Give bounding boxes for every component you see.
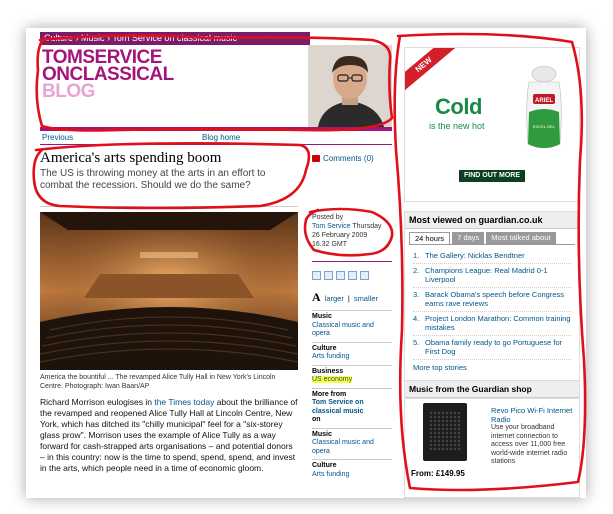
article-standfirst: The US is throwing money at the arts in … — [40, 168, 266, 191]
author-photo — [308, 45, 392, 127]
more-tag-link-classical[interactable]: Classical music and opera — [312, 439, 392, 456]
most-viewed-panel: Most viewed on guardian.co.uk 24 hours 7… — [404, 211, 580, 399]
list-item[interactable]: 3. Barack Obama's speech before Congress … — [413, 288, 571, 312]
shop-product-description: Use your broadband internet connection t… — [491, 424, 568, 465]
blog-masthead[interactable]: TOMSERVICE ONCLASSICAL BLOG — [40, 45, 392, 127]
meta-rule — [312, 261, 392, 262]
font-size-icon: A — [312, 290, 321, 304]
breadcrumb-item-music[interactable]: Music — [81, 33, 105, 43]
author-link[interactable]: Tom Service — [312, 223, 351, 230]
smaller-text-link[interactable]: smaller — [354, 294, 378, 303]
find-out-more-button[interactable]: FIND OUT MORE — [459, 170, 525, 182]
previous-link[interactable]: Previous — [42, 133, 73, 142]
ariel-advert[interactable]: NEW Cold is the new hot ARIEL EXCEL GEL … — [404, 47, 580, 202]
email-icon[interactable] — [312, 271, 321, 280]
masthead-rule — [40, 127, 392, 131]
list-item[interactable]: 2. Champions League: Real Madrid 0-1 Live… — [413, 264, 571, 288]
alice-tully-hall-photo[interactable] — [40, 212, 298, 370]
tag-link-classical[interactable]: Classical music and opera — [312, 322, 392, 339]
breadcrumb-item-blog[interactable]: Tom Service on classical music — [112, 33, 237, 43]
tag-culture: Culture Arts funding — [312, 341, 392, 365]
font-size-controls: A larger | smaller — [312, 290, 378, 304]
ad-product-label: EXCEL GEL — [533, 124, 556, 129]
more-top-stories-link[interactable]: More top stories — [413, 363, 467, 372]
ad-brand-logo: ARIEL — [535, 98, 553, 104]
article-tags: Music Classical music and opera Culture … — [312, 310, 392, 482]
guardian-shop-panel: Music from the Guardian shop Revo Pico W… — [404, 380, 580, 498]
feed-icon[interactable] — [360, 271, 369, 280]
post-time: 16.32 GMT — [312, 241, 348, 248]
shop-title: Music from the Guardian shop — [405, 381, 579, 398]
more-tag-culture: Culture Arts funding — [312, 459, 392, 482]
shop-product-link[interactable]: Revo Pico Wi-Fi Internet Radio — [491, 406, 577, 424]
internet-radio-image[interactable] — [423, 403, 467, 461]
ad-headline: Cold — [435, 94, 482, 119]
article-page: Culture › Music › Tom Service on classic… — [26, 28, 586, 498]
comments-label[interactable]: Comments (0) — [323, 154, 374, 163]
post-date: 26 February 2009 — [312, 232, 368, 239]
tag-link-us-economy[interactable]: US economy — [312, 376, 392, 385]
clip-icon[interactable] — [348, 271, 357, 280]
blog-subnav: Previous Blog home — [40, 132, 392, 144]
most-viewed-title: Most viewed on guardian.co.uk — [405, 212, 579, 229]
subnav-rule — [40, 144, 392, 145]
tag-link-arts-funding[interactable]: Arts funding — [312, 353, 392, 362]
comment-icon — [312, 155, 320, 162]
tab-7-days[interactable]: 7 days — [452, 232, 485, 244]
more-from-heading: More from Tom Service on classical music… — [312, 387, 392, 428]
list-item[interactable]: 1. The Gallery: Nicklas Bendtner — [413, 249, 571, 264]
tab-most-talked-about[interactable]: Most talked about — [486, 232, 556, 244]
more-tag-music: Music Classical music and opera — [312, 427, 392, 460]
print-icon[interactable] — [324, 271, 333, 280]
article-body: Richard Morrison eulogises in the Times … — [40, 397, 298, 473]
blog-logo: TOMSERVICE ONCLASSICAL BLOG — [42, 47, 174, 102]
shop-price: From: £149.95 — [411, 469, 465, 478]
tag-music: Music Classical music and opera — [312, 310, 392, 342]
new-badge: NEW — [405, 48, 456, 93]
more-from-blog-link[interactable]: Tom Service on classical music — [312, 399, 392, 416]
list-item[interactable]: 4. Project London Marathon: Common traini… — [413, 312, 571, 336]
share-icon[interactable] — [336, 271, 345, 280]
larger-text-link[interactable]: larger — [325, 294, 344, 303]
most-viewed-list: 1. The Gallery: Nicklas Bendtner 2. Champi… — [409, 244, 575, 360]
times-link[interactable]: the Times today — [154, 397, 214, 407]
article-headline: America's arts spending boom — [40, 150, 222, 166]
tab-24-hours[interactable]: 24 hours — [409, 232, 451, 244]
photo-caption: America the bountiful ... The revamped A… — [40, 374, 276, 390]
breadcrumb-item-culture[interactable]: Culture — [44, 33, 73, 43]
list-item[interactable]: 5. Obama family ready to go Portuguese fo… — [413, 336, 571, 360]
article-meta: Posted by Tom Service Thursday 26 Februa… — [312, 213, 392, 249]
most-viewed-tabs: 24 hours 7 days Most talked about — [405, 229, 579, 244]
ad-tagline: is the new hot — [429, 121, 485, 131]
blog-home-link[interactable]: Blog home — [202, 133, 240, 142]
comments-link[interactable]: Comments (0) — [312, 154, 374, 163]
lede-rule — [40, 206, 298, 207]
breadcrumb: Culture › Music › Tom Service on classic… — [40, 32, 310, 45]
more-tag-link-arts-funding[interactable]: Arts funding — [312, 471, 392, 480]
share-tools — [312, 271, 369, 280]
tag-business: Business US economy — [312, 364, 392, 388]
detergent-bottle-image: ARIEL EXCEL GEL — [526, 65, 562, 149]
